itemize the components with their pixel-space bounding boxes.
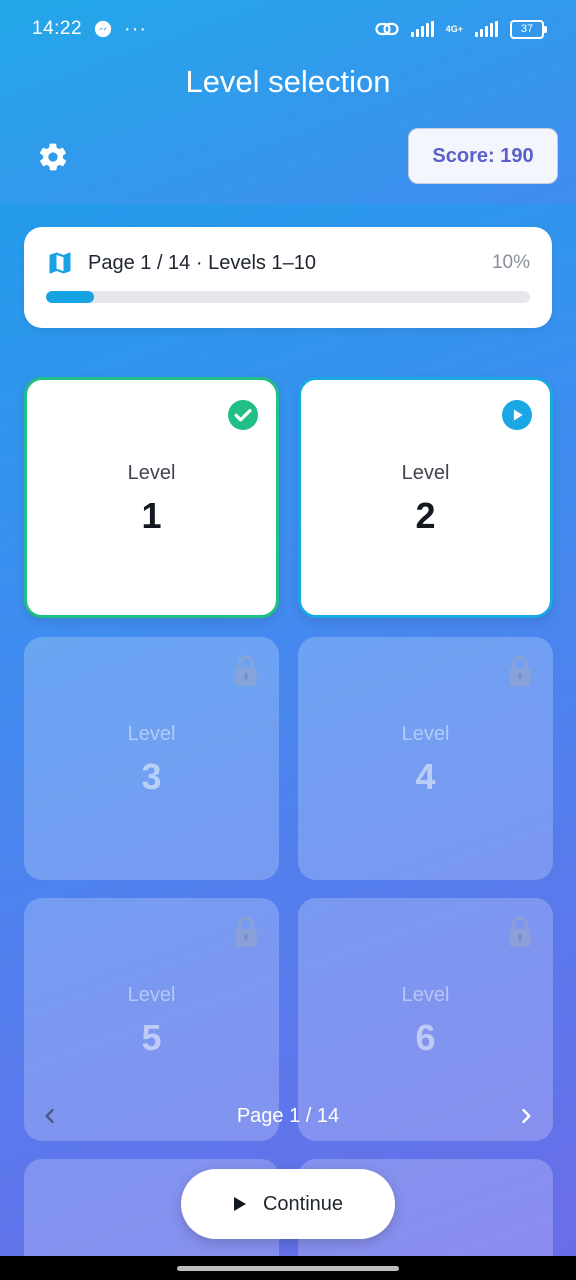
lock-icon (235, 916, 257, 947)
battery-icon: 37 (510, 19, 547, 39)
home-indicator[interactable] (177, 1265, 399, 1271)
continue-button[interactable]: Continue (181, 1169, 395, 1239)
level-card-4[interactable]: Level 4 (298, 637, 553, 880)
level-label: Level (127, 723, 176, 745)
signal-icon (410, 21, 434, 37)
chevron-left-icon (45, 1108, 54, 1124)
level-card-2[interactable]: Level 2 (298, 377, 553, 618)
level-number: 3 (141, 756, 162, 797)
lock-icon (509, 916, 531, 947)
network-type: 4G+ (445, 24, 463, 34)
level-card-1[interactable]: Level 1 (24, 377, 279, 618)
progress-title: Page 1 / 14 · Levels 1–10 (88, 251, 316, 274)
play-circle-icon (502, 400, 532, 430)
pager-label: Page 1 / 14 (236, 1104, 340, 1127)
level-label: Level (401, 462, 450, 484)
progress-percent: 10% (491, 252, 530, 273)
more-notifications-icon: ··· (124, 17, 148, 40)
score-display: Score: 190 (408, 128, 558, 184)
settings-button[interactable] (32, 136, 74, 178)
level-card-3[interactable]: Level 3 (24, 637, 279, 880)
status-bar: 14:22 ··· 4G+ 37 (0, 0, 576, 58)
progress-track (46, 291, 530, 303)
next-page-button[interactable] (500, 1090, 552, 1142)
link-icon (375, 22, 399, 36)
level-number: 6 (415, 1017, 436, 1058)
level-number: 1 (141, 495, 162, 536)
chevron-right-icon (522, 1108, 531, 1124)
system-navigation-bar (0, 1256, 576, 1280)
page-title: Level selection (185, 64, 391, 99)
progress-fill (46, 291, 95, 303)
play-icon (233, 1197, 246, 1211)
previous-page-button[interactable] (24, 1090, 76, 1142)
level-label: Level (401, 984, 450, 1006)
level-number: 5 (141, 1017, 162, 1058)
messenger-icon (94, 20, 112, 38)
gear-icon (39, 143, 67, 171)
signal-icon-secondary (475, 21, 498, 37)
level-label: Level (127, 984, 176, 1006)
level-number: 4 (415, 756, 436, 797)
lock-icon (509, 655, 531, 686)
lock-icon (235, 655, 257, 686)
status-time: 14:22 (32, 18, 83, 39)
level-label: Level (127, 462, 176, 484)
progress-card: Page 1 / 14 · Levels 1–10 10% (24, 227, 552, 328)
map-icon (49, 252, 71, 274)
pager: Page 1 / 14 (24, 1090, 552, 1142)
check-circle-icon (228, 400, 258, 430)
continue-label: Continue (262, 1192, 344, 1215)
level-label: Level (401, 723, 450, 745)
level-number: 2 (415, 495, 436, 536)
